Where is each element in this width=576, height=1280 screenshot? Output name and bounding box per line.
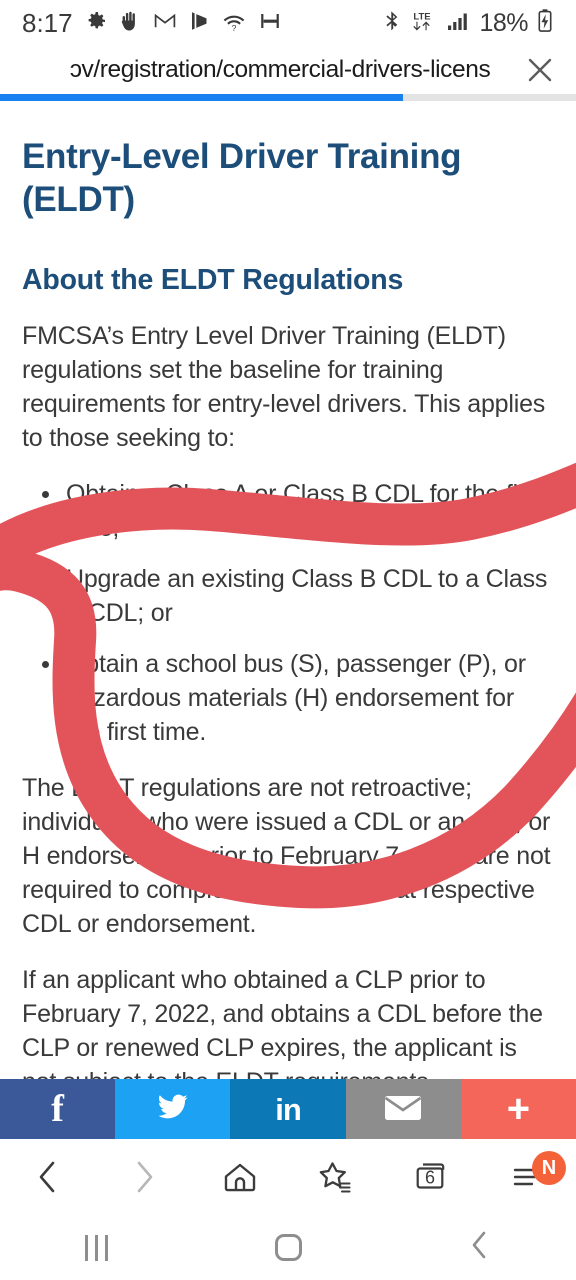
- menu-button[interactable]: N: [480, 1139, 576, 1215]
- plus-icon: +: [506, 1087, 531, 1131]
- page-load-progress: [0, 94, 576, 101]
- back-button[interactable]: [0, 1139, 96, 1215]
- recents-button[interactable]: [0, 1215, 192, 1280]
- envelope-icon: [383, 1092, 423, 1127]
- page-title: Entry-Level Driver Training (ELDT): [22, 137, 462, 219]
- screen-capture-icon: [258, 9, 282, 38]
- status-bar-right: LTE 18%: [383, 8, 554, 39]
- home-square-icon: [274, 1234, 302, 1261]
- url-text[interactable]: ɔv/registration/commercial-drivers-licen…: [0, 56, 504, 84]
- android-home-button[interactable]: [192, 1215, 384, 1280]
- requirements-list: Obtain a Class A or Class B CDL for the …: [22, 477, 554, 749]
- battery-percent-label: 18%: [479, 8, 528, 37]
- status-time: 8:17: [22, 7, 73, 38]
- gmail-icon: [153, 9, 177, 38]
- status-bar-left: 8:17 ?: [22, 8, 282, 39]
- recents-icon: [84, 1234, 108, 1261]
- wifi-question-icon: ?: [221, 9, 247, 38]
- signal-bars-icon: [445, 9, 471, 38]
- status-bar: 8:17 ? LTE 18%: [0, 0, 576, 46]
- svg-text:?: ?: [231, 23, 236, 33]
- bluetooth-icon: [383, 9, 401, 38]
- home-button[interactable]: [192, 1139, 288, 1215]
- android-navigation-bar: [0, 1215, 576, 1280]
- browser-url-bar[interactable]: ɔv/registration/commercial-drivers-licen…: [0, 46, 576, 93]
- share-twitter-button[interactable]: [115, 1079, 231, 1139]
- list-item: Obtain a Class A or Class B CDL for the …: [42, 477, 554, 545]
- svg-text:LTE: LTE: [414, 11, 431, 22]
- social-share-bar: f in +: [0, 1079, 576, 1139]
- facebook-icon: f: [51, 1088, 64, 1130]
- intro-paragraph: FMCSA’s Entry Level Driver Training (ELD…: [22, 322, 546, 452]
- list-item: Upgrade an existing Class B CDL to a Cla…: [42, 562, 554, 630]
- share-email-button[interactable]: [345, 1079, 461, 1139]
- android-back-button[interactable]: [384, 1215, 576, 1280]
- menu-notification-badge: N: [532, 1151, 566, 1185]
- retroactive-paragraph: The ELDT regulations are not retroactive…: [22, 774, 551, 938]
- close-icon[interactable]: [504, 46, 576, 93]
- linkedin-icon: in: [275, 1091, 302, 1127]
- share-more-button[interactable]: +: [460, 1079, 576, 1139]
- battery-charging-icon: [536, 8, 554, 39]
- section-heading: About the ELDT Regulations: [22, 264, 404, 296]
- list-item: Obtain a school bus (S), passenger (P), …: [42, 647, 554, 749]
- gear-icon: [84, 9, 108, 38]
- play-store-icon: [188, 9, 210, 38]
- phone-screen: 8:17 ? LTE 18% ɔv/registration/commercia…: [0, 0, 576, 1280]
- clp-paragraph: If an applicant who obtained a CLP prior…: [22, 966, 543, 1081]
- webpage-content: Entry-Level Driver Training (ELDT) About…: [0, 101, 576, 1081]
- share-facebook-button[interactable]: f: [0, 1079, 116, 1139]
- share-linkedin-button[interactable]: in: [230, 1079, 346, 1139]
- forward-button[interactable]: [96, 1139, 192, 1215]
- tab-count-label: 6: [424, 1167, 435, 1188]
- browser-toolbar: 6 N: [0, 1139, 576, 1215]
- tabs-button[interactable]: 6: [384, 1139, 480, 1215]
- bookmarks-button[interactable]: [288, 1139, 384, 1215]
- page-load-progress-fill: [0, 94, 404, 101]
- twitter-icon: [154, 1091, 192, 1128]
- hand-icon: [119, 9, 142, 38]
- back-chevron-icon: [467, 1229, 493, 1266]
- lte-data-icon: LTE: [409, 9, 437, 38]
